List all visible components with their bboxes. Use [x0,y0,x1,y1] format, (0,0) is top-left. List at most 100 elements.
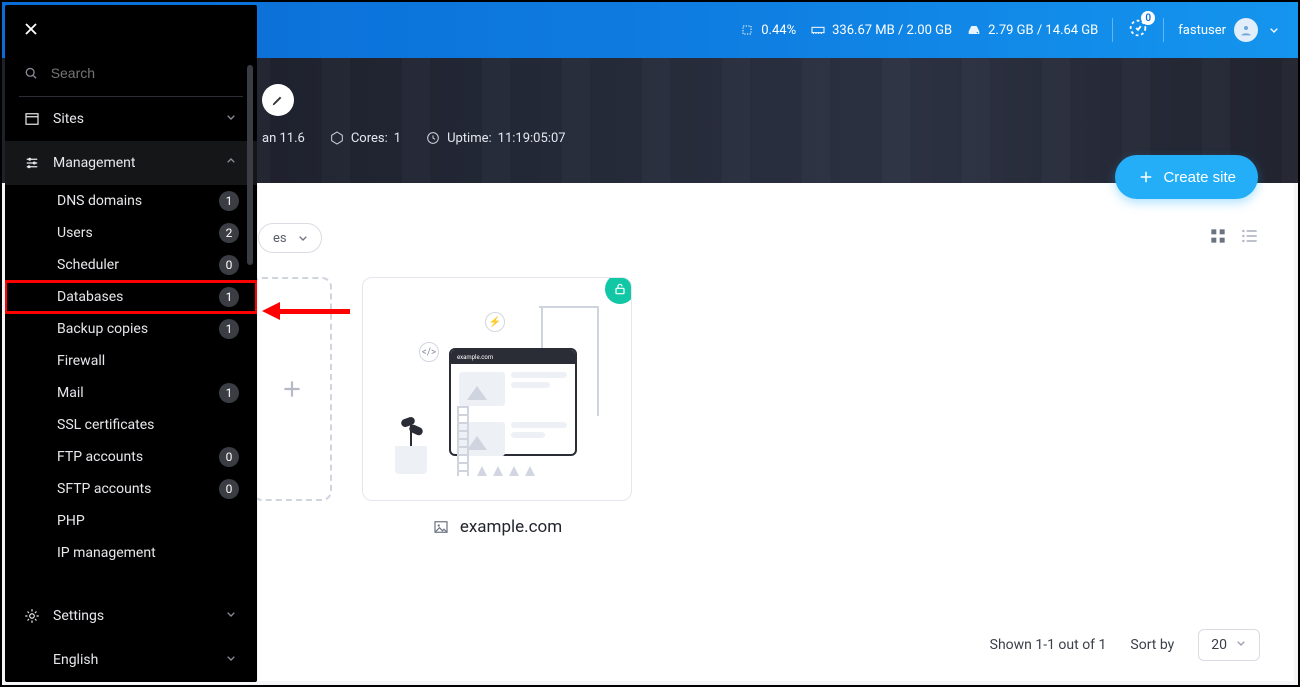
search-input[interactable] [51,65,239,81]
sidebar-item-sftp-accounts[interactable]: SFTP accounts 0 [5,473,257,505]
sidebar-item-badge: 0 [219,479,239,499]
chevron-up-icon [223,153,239,169]
sidebar-section-label: Management [53,155,135,171]
notifications-button[interactable]: 0 [1127,17,1149,43]
sidebar-search[interactable] [5,58,257,96]
memory-value: 336.67 MB / 2.00 GB [832,23,952,38]
list-icon [1240,226,1260,246]
chevron-down-icon [1233,635,1249,651]
sidebar-item-ftp-accounts[interactable]: FTP accounts 0 [5,441,257,473]
notifications-count: 0 [1141,11,1155,25]
mock-url: example.com [457,354,493,361]
sidebar-item-label: Scheduler [57,257,119,273]
language-label: English [53,652,98,668]
sidebar-section-sites[interactable]: Sites [5,97,257,141]
cpu-value: 0.44% [761,23,796,38]
site-name-label: example.com [460,517,562,537]
site-illustration: ⚡ </> example.com [377,292,617,486]
memory-icon [810,22,826,38]
person-icon [1238,22,1254,38]
close-sidebar-button[interactable] [21,19,41,44]
chevron-down-icon [223,650,239,666]
separator [1112,18,1113,42]
sidebar-item-badge: 1 [219,383,239,403]
sidebar: Sites Management DNS domains 1 Users 2 S… [5,5,257,682]
filter-pill[interactable]: es [258,223,322,253]
window-icon [23,110,41,128]
bolt-icon: ⚡ [485,312,505,332]
sidebar-item-label: SFTP accounts [57,481,151,497]
sidebar-item-label: Backup copies [57,321,148,337]
shown-count: Shown 1-1 out of 1 [990,637,1107,653]
sidebar-item-label: FTP accounts [57,449,143,465]
main-panel: Create site es ⚡ </ [258,183,1294,681]
sidebar-section-settings[interactable]: Settings [5,594,257,638]
page-size-select[interactable]: 20 [1198,629,1260,661]
sidebar-item-badge: 2 [219,223,239,243]
sidebar-item-label: Firewall [57,353,105,369]
chevron-down-icon [223,606,239,622]
sidebar-language-selector[interactable]: English [5,638,257,682]
page-size-value: 20 [1211,637,1227,653]
sidebar-item-badge: 1 [219,287,239,307]
sidebar-item-label: Mail [57,385,84,401]
site-card[interactable]: ⚡ </> example.com example.com [362,277,632,537]
sidebar-item-mail[interactable]: Mail 1 [5,377,257,409]
sidebar-section-label: Sites [53,111,84,127]
sidebar-item-label: PHP [57,513,85,529]
user-menu[interactable]: fastuser [1178,18,1282,42]
sidebar-item-firewall[interactable]: Firewall [5,345,257,377]
sidebar-item-label: SSL certificates [57,417,154,433]
memory-stat: 336.67 MB / 2.00 GB [810,22,952,38]
plus-icon [1137,168,1155,186]
annotation-arrow [262,302,350,320]
disk-stat: 2.79 GB / 14.64 GB [966,22,1098,38]
search-icon [23,64,39,82]
image-icon [432,518,450,536]
sidebar-item-php[interactable]: PHP [5,505,257,537]
plus-icon [279,376,305,402]
chevron-down-icon [1266,22,1282,38]
sidebar-scrollbar[interactable] [247,65,253,265]
site-thumbnail: ⚡ </> example.com [362,277,632,501]
sidebar-item-dns-domains[interactable]: DNS domains 1 [5,185,257,217]
create-site-label: Create site [1163,169,1236,186]
chevron-down-icon [223,109,239,125]
close-icon [21,19,41,39]
disk-value: 2.79 GB / 14.64 GB [988,23,1098,38]
filter-pill-text: es [273,231,287,246]
sidebar-item-badge: 1 [219,319,239,339]
sidebar-item-users[interactable]: Users 2 [5,217,257,249]
site-cards: ⚡ </> example.com example.com [258,263,1294,537]
sidebar-section-label: Settings [53,608,104,624]
cpu-icon [739,22,755,38]
sidebar-item-ip-management[interactable]: IP management [5,537,257,569]
sliders-icon [23,154,41,172]
avatar [1234,18,1258,42]
sidebar-item-databases[interactable]: Databases 1 [5,281,257,313]
grid-view-button[interactable] [1208,226,1228,250]
sidebar-item-badge: 0 [219,447,239,467]
sort-by-label: Sort by [1130,637,1174,653]
list-view-button[interactable] [1240,226,1260,250]
sidebar-item-label: IP management [57,545,156,561]
username: fastuser [1178,23,1226,38]
sidebar-item-scheduler[interactable]: Scheduler 0 [5,249,257,281]
sidebar-item-backup-copies[interactable]: Backup copies 1 [5,313,257,345]
chevron-down-icon [295,230,311,246]
sidebar-section-management[interactable]: Management [5,141,257,185]
code-icon: </> [419,342,439,362]
sidebar-item-label: Databases [57,289,123,305]
disk-icon [966,22,982,38]
separator [1163,18,1164,42]
sidebar-item-badge: 1 [219,191,239,211]
sidebar-item-ssl-certificates[interactable]: SSL certificates [5,409,257,441]
flag-us-icon [23,651,41,669]
grid-icon [1208,226,1228,246]
list-footer: Shown 1-1 out of 1 Sort by 20 [990,629,1260,661]
create-site-button[interactable]: Create site [1115,155,1258,199]
cpu-stat: 0.44% [739,22,796,38]
sidebar-item-badge: 0 [219,255,239,275]
sidebar-management-items: DNS domains 1 Users 2 Scheduler 0 Databa… [5,185,257,569]
gear-icon [23,607,41,625]
